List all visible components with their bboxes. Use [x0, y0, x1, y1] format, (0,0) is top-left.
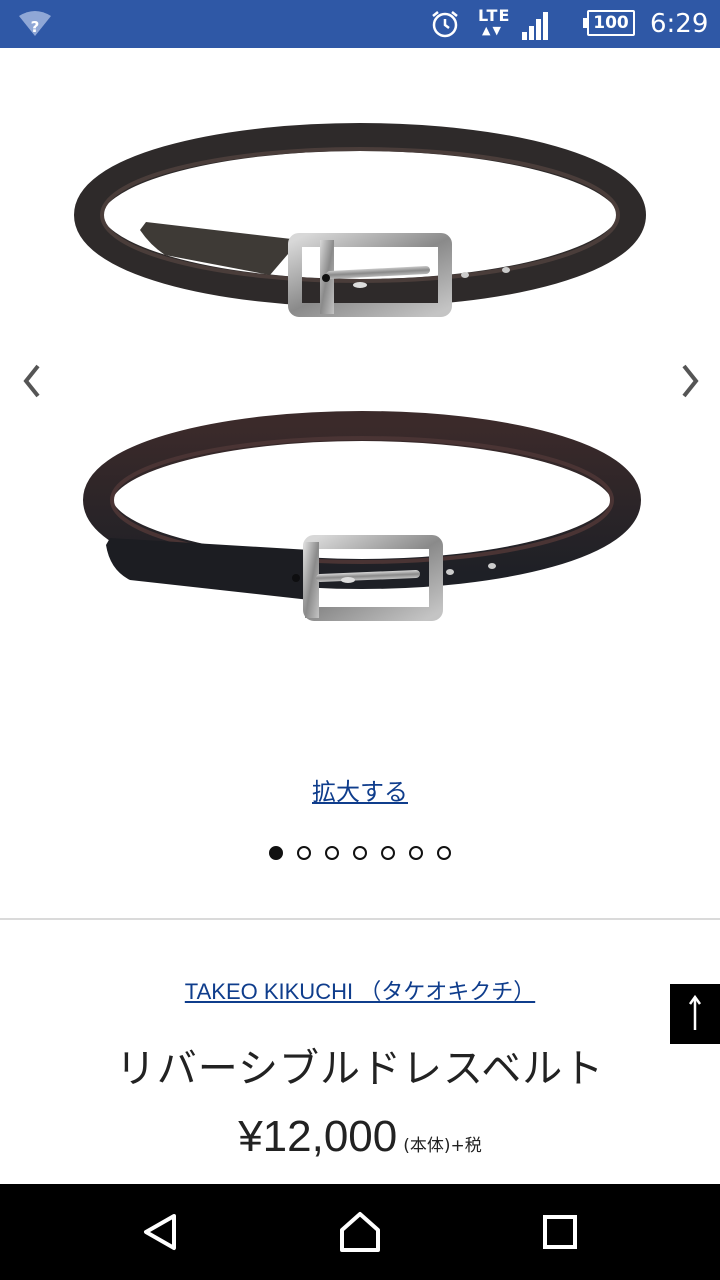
wifi-icon: ? [18, 10, 52, 38]
belt-bottom [83, 411, 641, 621]
network-label: LTE [478, 6, 511, 25]
data-arrows-icon: ▲▼ [482, 24, 503, 37]
pagination-dot[interactable] [269, 846, 283, 860]
price-row: ¥12,000 (本体)+税 [0, 1112, 720, 1162]
battery-level: 100 [593, 13, 629, 33]
recent-apps-button[interactable] [530, 1202, 590, 1262]
wifi-badge: ? [31, 18, 40, 36]
price: ¥12,000 [238, 1112, 398, 1161]
arrow-up-icon [688, 994, 702, 1030]
belt-top [74, 123, 646, 317]
navigation-bar [0, 1184, 720, 1280]
status-bar: ? LTE ▲▼ 100 6:29 [0, 0, 720, 48]
pagination-dot[interactable] [381, 846, 395, 860]
screen: ? LTE ▲▼ 100 6:29 拡大する TAKEO KIKUCHI （タケ… [0, 0, 720, 1280]
back-button[interactable] [130, 1202, 190, 1262]
battery-icon: 100 [583, 10, 635, 36]
pagination-dot[interactable] [297, 846, 311, 860]
image-pagination [0, 842, 720, 864]
price-note: (本体)+税 [403, 1136, 482, 1156]
chevron-right-icon [682, 364, 699, 398]
alarm-icon [430, 9, 460, 39]
zoom-link[interactable]: 拡大する [0, 772, 720, 807]
next-image-button[interactable] [672, 358, 708, 404]
pagination-dot[interactable] [325, 846, 339, 860]
lte-indicator: LTE ▲▼ [478, 6, 512, 42]
signal-icon [520, 10, 552, 40]
square-recent-icon [543, 1215, 577, 1249]
pagination-dot[interactable] [409, 846, 423, 860]
brand-link[interactable]: TAKEO KIKUCHI （タケオキクチ） [0, 974, 720, 1006]
home-icon [340, 1212, 380, 1252]
prev-image-button[interactable] [14, 358, 50, 404]
triangle-back-icon [144, 1214, 176, 1250]
chevron-left-icon [23, 364, 40, 398]
pagination-dot[interactable] [437, 846, 451, 860]
home-button[interactable] [330, 1202, 390, 1262]
divider [0, 918, 720, 920]
clock: 6:29 [650, 9, 709, 39]
product-image[interactable] [70, 80, 650, 760]
pagination-dot[interactable] [353, 846, 367, 860]
product-title: リバーシブルドレスベルト [115, 1046, 605, 1092]
scroll-to-top-button[interactable] [670, 984, 720, 1044]
